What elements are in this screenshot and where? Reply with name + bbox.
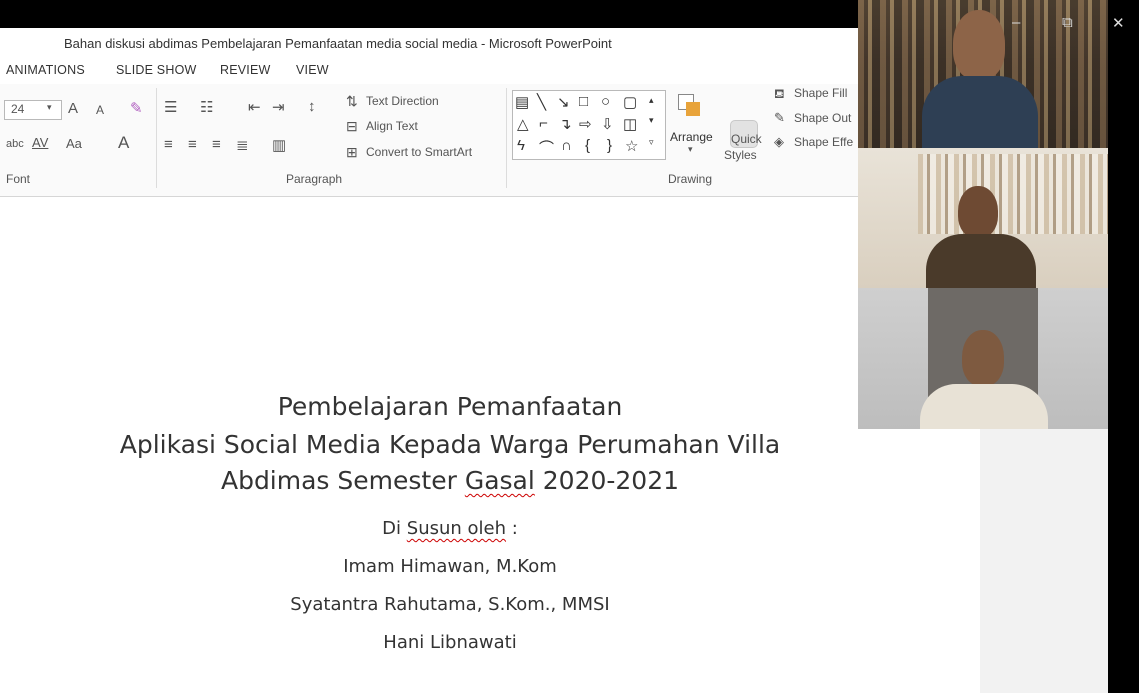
flowchart-shape-icon[interactable]: ◫: [623, 115, 637, 133]
text-direction-icon: ⇅: [346, 93, 358, 109]
slide-title-line-1: Pembelajaran Pemanfaatan: [277, 392, 623, 421]
slide-title-line-2: Aplikasi Social Media Kepada Warga Perum…: [119, 430, 781, 459]
window-title: Bahan diskusi abdimas Pembelajaran Peman…: [64, 36, 612, 51]
elbow-connector-icon[interactable]: ⌐: [539, 115, 548, 132]
triangle-shape-icon[interactable]: △: [517, 115, 529, 133]
convert-smartart-button[interactable]: Convert to SmartArt: [366, 145, 472, 159]
paragraph-group-label: Paragraph: [286, 172, 343, 186]
arc-shape-icon[interactable]: ⌒: [539, 137, 554, 158]
author-2: Syatantra Rahutama, S.Kom., MMSI: [290, 594, 610, 615]
arrange-button[interactable]: Arrange: [670, 130, 713, 144]
participant-shirt: [922, 76, 1038, 148]
divider: [506, 88, 507, 188]
ribbon-tabs: ANIMATIONS SLIDE SHOW REVIEW VIEW: [0, 58, 860, 84]
ribbon: 24 ▾ A A ✎ abc AV Aa A Font ☰ ☷ ⇤ ⇥ ↕ ≡ …: [0, 84, 860, 197]
character-spacing-button[interactable]: AV: [32, 135, 48, 150]
shape-fill-button[interactable]: Shape Fill: [794, 86, 847, 100]
rounded-rectangle-shape-icon[interactable]: ▢: [623, 93, 637, 111]
minimize-button[interactable]: –: [1012, 14, 1020, 31]
line-spacing-icon[interactable]: ↕: [308, 98, 316, 115]
tab-slide-show[interactable]: SLIDE SHOW: [116, 63, 197, 77]
participant-face: [953, 10, 1005, 80]
close-button[interactable]: ✕: [1112, 14, 1125, 32]
align-text-icon: ⊟: [346, 118, 358, 134]
chevron-down-icon: ▾: [47, 102, 52, 112]
shape-outline-button[interactable]: Shape Out: [794, 111, 851, 125]
subtitle-spellcheck-word: Susun oleh: [406, 518, 507, 539]
slide-title-text: Abdimas Semester: [220, 466, 465, 495]
clear-formatting-icon[interactable]: ✎: [130, 99, 143, 117]
shape-fill-icon: ⛾: [774, 86, 785, 101]
slide-title-spellcheck-word: Gasal: [464, 466, 535, 495]
subtitle-text: :: [506, 518, 518, 539]
tab-view[interactable]: VIEW: [296, 63, 329, 77]
quick-styles-label: Styles: [724, 148, 757, 162]
drawing-group-label: Drawing: [668, 172, 713, 186]
participant-video-2[interactable]: [858, 148, 1108, 288]
divider: [156, 88, 157, 188]
down-arrow-shape-icon[interactable]: ⇩: [601, 115, 614, 133]
shape-effects-button[interactable]: Shape Effe: [794, 135, 853, 149]
right-black-bar: [1108, 0, 1139, 693]
participant-face: [958, 186, 998, 238]
arrange-dropdown-icon[interactable]: ▾: [688, 144, 693, 155]
participant-shirt: [920, 384, 1048, 429]
gallery-scroll-up-icon[interactable]: ▴: [649, 95, 654, 106]
right-arrow-shape-icon[interactable]: ⇨: [579, 115, 592, 133]
font-size-select[interactable]: 24 ▾: [4, 100, 62, 120]
freeform-shape-icon[interactable]: ϟ: [517, 137, 525, 154]
bullets-icon[interactable]: ☰: [164, 98, 177, 116]
line-shape-icon[interactable]: ╲: [537, 93, 546, 111]
left-brace-shape-icon[interactable]: {: [585, 137, 590, 154]
participant-face: [962, 330, 1004, 386]
smartart-icon: ⊞: [346, 144, 358, 160]
slide-subtitle: Di Susun oleh :: [0, 518, 900, 539]
star-shape-icon[interactable]: ☆: [625, 137, 638, 155]
restore-button[interactable]: ⧉: [1062, 14, 1073, 31]
font-color-button[interactable]: A: [118, 133, 129, 153]
author-1: Imam Himawan, M.Kom: [343, 556, 557, 577]
numbering-icon[interactable]: ☷: [200, 98, 213, 116]
tab-review[interactable]: REVIEW: [220, 63, 271, 77]
font-group-label: Font: [6, 172, 31, 186]
grow-font-button[interactable]: A: [68, 100, 78, 117]
increase-indent-icon[interactable]: ⇥: [272, 98, 285, 116]
title-bar: Bahan diskusi abdimas Pembelajaran Peman…: [0, 28, 860, 58]
slide-title-text: 2020-2021: [534, 466, 680, 495]
gallery-more-icon[interactable]: ▿: [649, 137, 654, 148]
tab-animations[interactable]: ANIMATIONS: [6, 63, 85, 77]
text-direction-button[interactable]: Text Direction: [366, 94, 439, 108]
shape-outline-icon: ✎: [774, 110, 785, 125]
arrange-icon: [678, 94, 706, 122]
change-case-button[interactable]: Aa: [66, 136, 82, 151]
subtitle-text: Di: [382, 518, 407, 539]
strikethrough-button[interactable]: abc: [6, 138, 24, 150]
textbox-shape-icon[interactable]: ▤: [515, 93, 529, 111]
slide-title-line-3: Abdimas Semester Gasal 2020-2021: [0, 466, 900, 495]
participant-shirt: [926, 234, 1036, 288]
gallery-scroll-down-icon[interactable]: ▾: [649, 115, 654, 126]
columns-icon[interactable]: ▥: [272, 136, 286, 154]
shape-effects-icon: ◈: [774, 134, 784, 149]
align-center-icon[interactable]: ≡: [188, 136, 197, 153]
quick-styles-button[interactable]: Quick: [731, 132, 762, 146]
align-right-icon[interactable]: ≡: [212, 136, 221, 153]
elbow-arrow-icon[interactable]: ↴: [559, 115, 572, 133]
author-3: Hani Libnawati: [383, 632, 517, 653]
oval-shape-icon[interactable]: ○: [601, 93, 610, 110]
arrow-line-shape-icon[interactable]: ↘: [557, 93, 570, 111]
video-panel-gray: [980, 429, 1108, 693]
font-size-value: 24: [11, 102, 25, 116]
shrink-font-button[interactable]: A: [96, 103, 104, 117]
decrease-indent-icon[interactable]: ⇤: [248, 98, 261, 116]
curve-shape-icon[interactable]: ∩: [561, 137, 572, 154]
right-brace-shape-icon[interactable]: }: [607, 137, 612, 154]
align-left-icon[interactable]: ≡: [164, 136, 173, 153]
align-text-button[interactable]: Align Text: [366, 119, 418, 133]
shapes-gallery[interactable]: ▤ ╲ ↘ □ ○ ▢ △ ⌐ ↴ ⇨ ⇩ ◫ ϟ ⌒ ∩ { } ☆ ▴ ▾ …: [512, 90, 666, 160]
justify-icon[interactable]: ≣: [236, 136, 249, 154]
rectangle-shape-icon[interactable]: □: [579, 93, 588, 110]
